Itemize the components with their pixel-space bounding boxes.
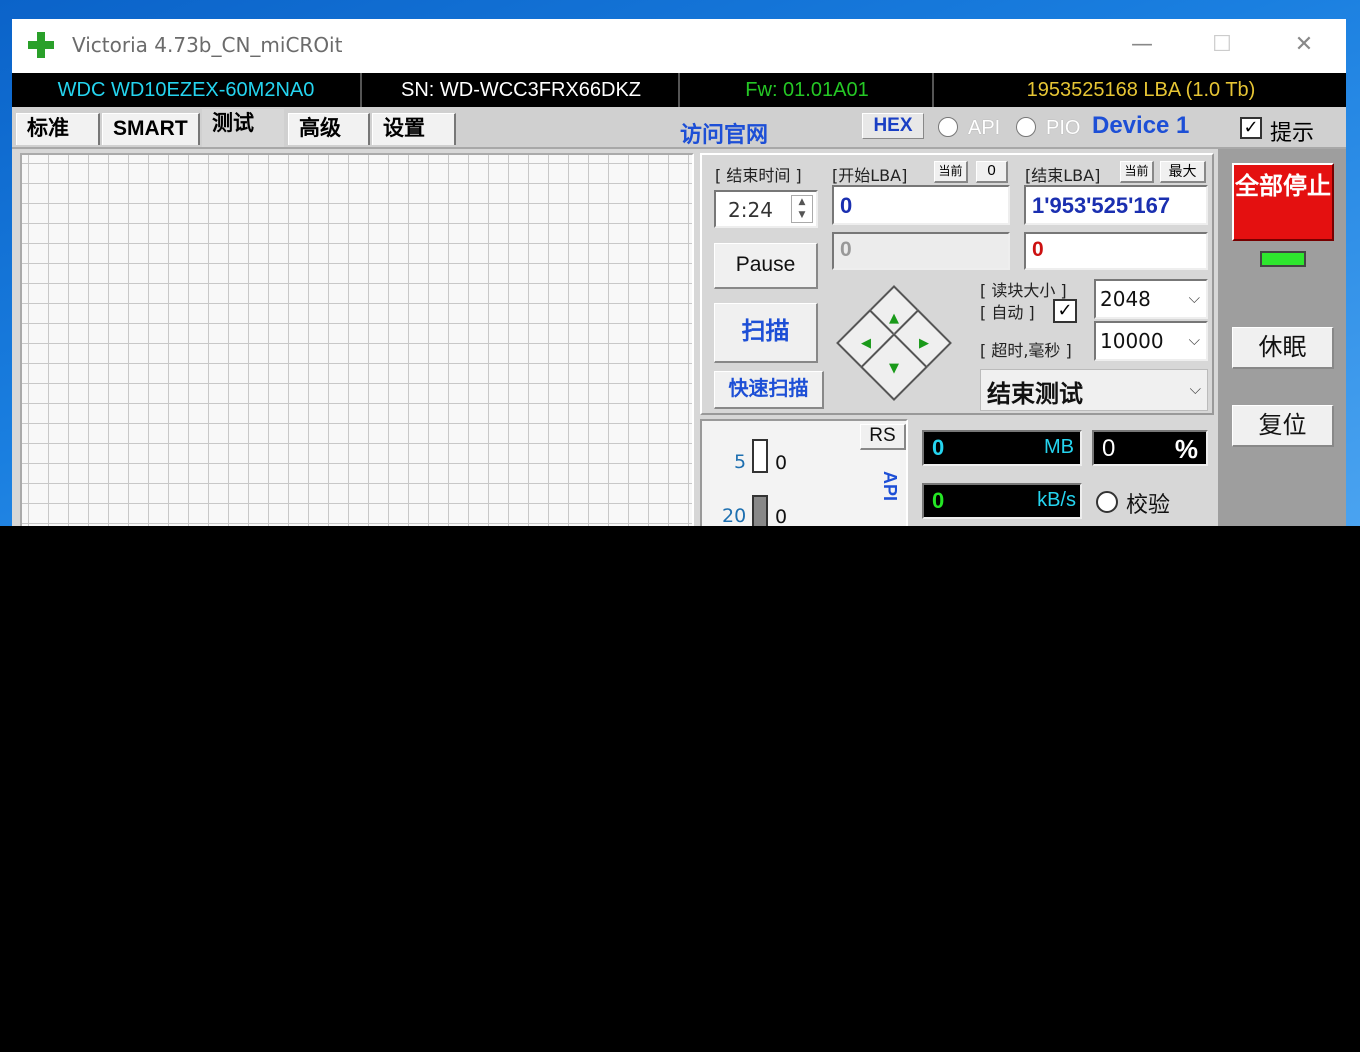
- arrow-right-icon: ▶: [919, 336, 929, 351]
- reset-button[interactable]: 复位: [1232, 405, 1334, 447]
- latency-20-bar: [752, 495, 768, 526]
- mb-value: 0: [932, 435, 945, 460]
- mb-unit: MB: [1044, 436, 1074, 458]
- auto-checkbox[interactable]: ✓: [1053, 299, 1077, 323]
- direction-pad: ▲ ◀ ▶ ▼: [836, 285, 952, 401]
- vertical-mode-label: API: [880, 471, 900, 502]
- error-count-field: 0: [1024, 232, 1208, 270]
- end-max-button[interactable]: 最大: [1160, 161, 1206, 183]
- verify-label: 校验: [1126, 493, 1171, 518]
- tab-advanced[interactable]: 高级: [288, 113, 370, 145]
- drive-firmware: Fw: 01.01A01: [682, 73, 934, 107]
- black-area: [0, 526, 1360, 1052]
- arrow-down-icon: ▼: [889, 361, 899, 376]
- drive-model: WDC WD10EZEX-60M2NA0: [12, 73, 362, 107]
- end-lba-value: 1'953'525'167: [1032, 193, 1171, 218]
- timeout-label: [ 超时,毫秒 ]: [980, 341, 1072, 360]
- minimize-button[interactable]: —: [1102, 19, 1182, 73]
- api-label: API: [968, 117, 1001, 139]
- mb-meter: 0 MB: [922, 430, 1082, 466]
- verify-radio[interactable]: [1096, 491, 1118, 513]
- end-lba-label: [结束LBA]: [1025, 166, 1101, 185]
- error-count-value: 0: [1032, 238, 1044, 261]
- end-current-button[interactable]: 当前: [1120, 161, 1154, 183]
- end-time-spinner[interactable]: 2:24 ▲ ▼: [714, 190, 818, 228]
- end-action-value: 结束测试: [987, 380, 1083, 408]
- tab-smart[interactable]: SMART: [102, 113, 200, 145]
- drive-capacity: 1953525168 LBA (1.0 Tb): [1026, 79, 1256, 101]
- percent-value: 0: [1102, 435, 1116, 462]
- current-lba-field: 0: [832, 232, 1010, 270]
- window-title: Victoria 4.73b_CN_miCROit: [72, 33, 343, 57]
- arrow-up-icon: ▲: [889, 311, 899, 326]
- close-button[interactable]: ✕: [1264, 19, 1344, 73]
- speed-meter: 0 kB/s: [922, 483, 1082, 519]
- tab-standard[interactable]: 标准: [16, 113, 100, 145]
- percent-unit: %: [1174, 434, 1198, 464]
- start-lba-value: 0: [840, 193, 853, 218]
- status-led: [1260, 251, 1306, 267]
- latency-20-count: 0: [775, 506, 788, 526]
- speed-unit: kB/s: [1037, 489, 1076, 511]
- stop-all-button[interactable]: 全部停止: [1232, 163, 1334, 241]
- drive-info-bar: WDC WD10EZEX-60M2NA0 SN: WD-WCC3FRX66DKZ…: [12, 73, 1346, 107]
- scan-button[interactable]: 扫描: [714, 303, 818, 363]
- rs-button[interactable]: RS: [860, 424, 906, 450]
- start-lba-label: [开始LBA]: [832, 166, 908, 185]
- chevron-down-icon: ⌵: [1188, 331, 1200, 349]
- start-zero-button[interactable]: 0: [976, 161, 1008, 183]
- latency-5-count: 0: [775, 452, 788, 474]
- drive-serial: SN: WD-WCC3FRX66DKZ: [364, 73, 680, 107]
- timeout-select[interactable]: 10000 ⌵: [1094, 321, 1208, 361]
- pause-button[interactable]: Pause: [714, 243, 818, 289]
- title-bar[interactable]: Victoria 4.73b_CN_miCROit — ☐ ✕: [12, 19, 1346, 73]
- sleep-button[interactable]: 休眠: [1232, 327, 1334, 369]
- quick-scan-button[interactable]: 快速扫描: [714, 371, 824, 409]
- timeout-value: 10000: [1100, 329, 1164, 353]
- pio-label: PIO: [1046, 117, 1081, 139]
- end-time-label: [ 结束时间 ]: [715, 166, 802, 185]
- tab-test[interactable]: 测试: [202, 109, 284, 147]
- block-size-label: [ 读块大小 ]: [980, 281, 1067, 300]
- scan-map-grid: [20, 153, 694, 526]
- latency-5-label: 5: [734, 451, 747, 473]
- chevron-down-icon: ⌵: [1188, 289, 1200, 307]
- block-size-select[interactable]: 2048 ⌵: [1094, 279, 1208, 319]
- percent-meter: 0 %: [1092, 430, 1208, 466]
- latency-5-bar: [752, 439, 768, 473]
- maximize-button[interactable]: ☐: [1182, 19, 1262, 73]
- start-current-button[interactable]: 当前: [934, 161, 968, 183]
- latency-20-label: 20: [722, 505, 747, 526]
- start-lba-input[interactable]: 0: [832, 185, 1010, 225]
- end-time-value: 2:24: [728, 198, 773, 222]
- end-lba-input[interactable]: 1'953'525'167: [1024, 185, 1208, 225]
- arrow-left-icon: ◀: [861, 336, 871, 351]
- tab-row: 标准 SMART 测试 高级 设置 访问官网 HEX API PIO Devic…: [12, 107, 1346, 149]
- block-size-value: 2048: [1100, 287, 1151, 311]
- official-site-link[interactable]: 访问官网: [680, 117, 768, 149]
- chevron-down-icon: ⌵: [1189, 380, 1201, 398]
- hint-label: 提示: [1270, 121, 1315, 146]
- end-action-select[interactable]: 结束测试 ⌵: [980, 369, 1208, 411]
- spin-up-icon[interactable]: ▲: [792, 196, 812, 209]
- spinner-arrows[interactable]: ▲ ▼: [791, 195, 813, 223]
- auto-label: [ 自动 ]: [980, 303, 1035, 322]
- speed-value: 0: [932, 488, 945, 513]
- hex-button[interactable]: HEX: [862, 113, 924, 139]
- hint-checkbox[interactable]: ✓: [1240, 117, 1262, 139]
- spin-down-icon[interactable]: ▼: [792, 209, 812, 222]
- device-selector[interactable]: Device 1: [1092, 112, 1189, 140]
- current-lba-value: 0: [840, 238, 852, 261]
- pio-radio[interactable]: [1016, 117, 1036, 137]
- tab-settings[interactable]: 设置: [372, 113, 456, 145]
- api-radio[interactable]: [938, 117, 958, 137]
- app-window: Victoria 4.73b_CN_miCROit — ☐ ✕ WDC WD10…: [12, 19, 1346, 526]
- green-plus-icon: [28, 32, 54, 58]
